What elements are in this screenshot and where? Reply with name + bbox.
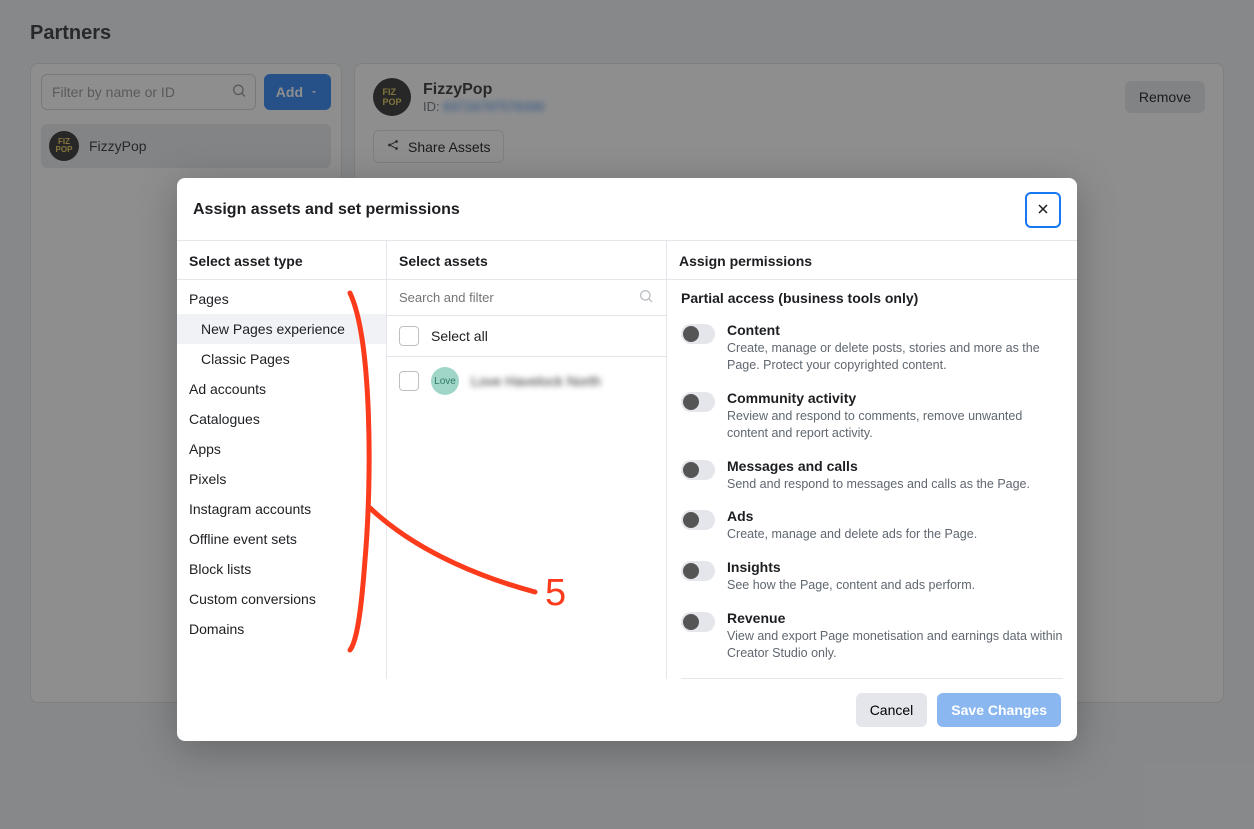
col-asset-type-title: Select asset type bbox=[177, 241, 386, 280]
close-icon bbox=[1035, 201, 1051, 220]
type-catalogues[interactable]: Catalogues bbox=[177, 404, 386, 434]
type-pages[interactable]: Pages bbox=[177, 284, 386, 314]
perm-insights: Insights See how the Page, content and a… bbox=[681, 553, 1063, 604]
save-changes-button[interactable]: Save Changes bbox=[937, 693, 1061, 727]
modal-overlay: Assign assets and set permissions Select… bbox=[0, 0, 1254, 829]
col-assets-title: Select assets bbox=[387, 241, 666, 280]
perm-insights-desc: See how the Page, content and ads perfor… bbox=[727, 577, 1063, 594]
perm-messages-label: Messages and calls bbox=[727, 458, 1063, 474]
asset-type-list: Pages New Pages experience Classic Pages… bbox=[177, 280, 386, 648]
perm-community-label: Community activity bbox=[727, 390, 1063, 406]
perm-section: Partial access (business tools only) Con… bbox=[667, 280, 1077, 672]
cancel-button[interactable]: Cancel bbox=[856, 693, 928, 727]
type-blocklists[interactable]: Block lists bbox=[177, 554, 386, 584]
select-all-row[interactable]: Select all bbox=[387, 316, 666, 357]
col-perms-title: Assign permissions bbox=[667, 241, 1077, 280]
col-permissions: Assign permissions Partial access (busin… bbox=[667, 241, 1077, 679]
toggle-revenue[interactable] bbox=[681, 612, 715, 632]
asset-page-icon: Love bbox=[431, 367, 459, 395]
modal-footer: Cancel Save Changes bbox=[177, 679, 1077, 741]
asset-label: Love Havelock North bbox=[471, 373, 601, 389]
close-button[interactable] bbox=[1025, 192, 1061, 228]
search-icon bbox=[638, 288, 654, 307]
assign-assets-modal: Assign assets and set permissions Select… bbox=[177, 178, 1077, 741]
perm-ads-desc: Create, manage and delete ads for the Pa… bbox=[727, 526, 1063, 543]
perm-community: Community activity Review and respond to… bbox=[681, 384, 1063, 452]
type-pages-new[interactable]: New Pages experience bbox=[177, 314, 386, 344]
toggle-content[interactable] bbox=[681, 324, 715, 344]
asset-checkbox[interactable] bbox=[399, 371, 419, 391]
type-pages-classic[interactable]: Classic Pages bbox=[177, 344, 386, 374]
type-ad-accounts[interactable]: Ad accounts bbox=[177, 374, 386, 404]
asset-search-input[interactable] bbox=[399, 290, 630, 305]
toggle-insights[interactable] bbox=[681, 561, 715, 581]
toggle-messages[interactable] bbox=[681, 460, 715, 480]
type-offline[interactable]: Offline event sets bbox=[177, 524, 386, 554]
type-instagram[interactable]: Instagram accounts bbox=[177, 494, 386, 524]
perm-content-desc: Create, manage or delete posts, stories … bbox=[727, 340, 1063, 374]
type-custom[interactable]: Custom conversions bbox=[177, 584, 386, 614]
perm-messages: Messages and calls Send and respond to m… bbox=[681, 452, 1063, 503]
toggle-community[interactable] bbox=[681, 392, 715, 412]
asset-search-row[interactable] bbox=[387, 280, 666, 316]
toggle-ads[interactable] bbox=[681, 510, 715, 530]
col-asset-type: Select asset type Pages New Pages experi… bbox=[177, 241, 387, 679]
perm-messages-desc: Send and respond to messages and calls a… bbox=[727, 476, 1063, 493]
type-apps[interactable]: Apps bbox=[177, 434, 386, 464]
perm-insights-label: Insights bbox=[727, 559, 1063, 575]
perm-ads: Ads Create, manage and delete ads for th… bbox=[681, 502, 1063, 553]
perm-revenue: Revenue View and export Page monetisatio… bbox=[681, 604, 1063, 672]
perm-community-desc: Review and respond to comments, remove u… bbox=[727, 408, 1063, 442]
perm-ads-label: Ads bbox=[727, 508, 1063, 524]
perm-content: Content Create, manage or delete posts, … bbox=[681, 316, 1063, 384]
col-select-assets: Select assets Select all Love Love Havel… bbox=[387, 241, 667, 679]
perm-revenue-label: Revenue bbox=[727, 610, 1063, 626]
asset-row[interactable]: Love Love Havelock North bbox=[387, 357, 666, 405]
type-domains[interactable]: Domains bbox=[177, 614, 386, 644]
perm-section-title: Partial access (business tools only) bbox=[681, 290, 1063, 306]
select-all-label: Select all bbox=[431, 328, 488, 344]
perm-content-label: Content bbox=[727, 322, 1063, 338]
perm-revenue-desc: View and export Page monetisation and ea… bbox=[727, 628, 1063, 662]
modal-header: Assign assets and set permissions bbox=[177, 178, 1077, 240]
type-pixels[interactable]: Pixels bbox=[177, 464, 386, 494]
select-all-checkbox[interactable] bbox=[399, 326, 419, 346]
modal-title: Assign assets and set permissions bbox=[193, 201, 460, 219]
modal-body: Select asset type Pages New Pages experi… bbox=[177, 240, 1077, 679]
